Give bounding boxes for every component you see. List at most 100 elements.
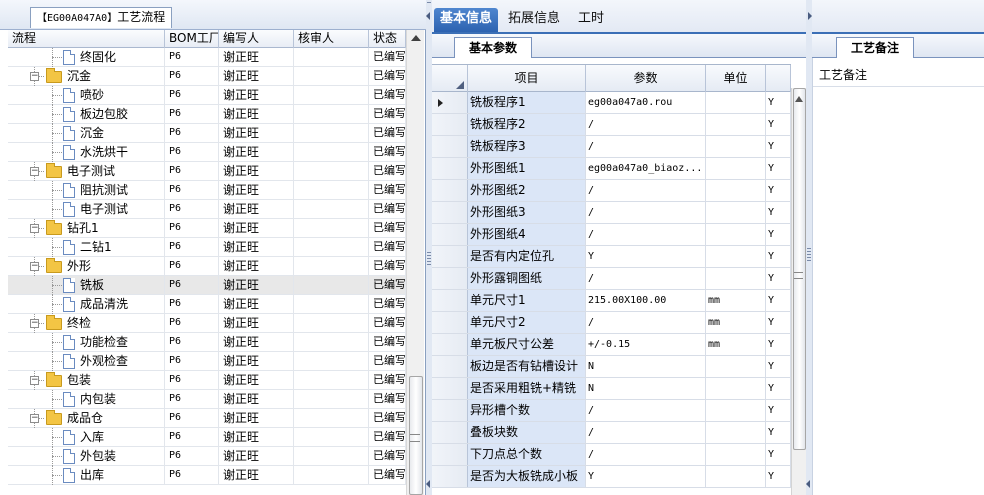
bom-factory-cell[interactable]: P6 <box>165 447 219 466</box>
tree-step-row[interactable]: 板边包胶 P6 谢正旺 已编写 <box>8 105 406 124</box>
collapse-node-icon[interactable]: − <box>30 414 39 423</box>
param-unit-cell[interactable] <box>706 92 766 113</box>
state-cell[interactable]: 已编写 <box>369 238 406 257</box>
flow-cell[interactable]: − 外形 <box>8 257 165 276</box>
reviewer-cell[interactable] <box>294 86 369 105</box>
writer-cell[interactable]: 谢正旺 <box>219 162 294 181</box>
param-unit-cell[interactable] <box>706 444 766 465</box>
flow-cell[interactable]: 二钻1 <box>8 238 165 257</box>
param-flag-cell[interactable]: Y <box>766 92 791 113</box>
state-cell[interactable]: 已编写 <box>369 181 406 200</box>
state-cell[interactable]: 已编写 <box>369 295 406 314</box>
scroll-thumb[interactable] <box>793 88 806 450</box>
collapse-node-icon[interactable]: − <box>30 319 39 328</box>
row-indicator[interactable] <box>432 290 468 311</box>
bom-factory-cell[interactable]: P6 <box>165 276 219 295</box>
state-cell[interactable]: 已编写 <box>369 200 406 219</box>
param-unit-cell[interactable]: mm <box>706 290 766 311</box>
param-value-cell[interactable]: N <box>586 356 706 377</box>
flow-cell[interactable]: 成品清洗 <box>8 295 165 314</box>
bom-factory-cell[interactable]: P6 <box>165 86 219 105</box>
param-row[interactable]: 是否采用粗铣+精铣 N Y <box>432 378 791 400</box>
writer-cell[interactable]: 谢正旺 <box>219 390 294 409</box>
reviewer-cell[interactable] <box>294 105 369 124</box>
param-row[interactable]: 外形图纸1 eg00a047a0_biaoz... Y <box>432 158 791 180</box>
writer-cell[interactable]: 谢正旺 <box>219 181 294 200</box>
bom-factory-cell[interactable]: P6 <box>165 371 219 390</box>
select-all-corner[interactable] <box>432 65 468 92</box>
collapse-left-arrow-icon[interactable] <box>426 480 430 488</box>
writer-cell[interactable]: 谢正旺 <box>219 86 294 105</box>
flow-cell[interactable]: 功能检查 <box>8 333 165 352</box>
writer-cell[interactable]: 谢正旺 <box>219 105 294 124</box>
param-item-cell[interactable]: 铣板程序3 <box>468 136 586 157</box>
param-row[interactable]: 叠板块数 / Y <box>432 422 791 444</box>
param-unit-cell[interactable] <box>706 136 766 157</box>
param-flag-cell[interactable]: Y <box>766 334 791 355</box>
row-indicator[interactable] <box>432 400 468 421</box>
param-flag-cell[interactable]: Y <box>766 114 791 135</box>
bom-factory-cell[interactable]: P6 <box>165 466 219 485</box>
row-indicator[interactable] <box>432 114 468 135</box>
param-unit-cell[interactable] <box>706 158 766 179</box>
param-value-cell[interactable]: / <box>586 224 706 245</box>
column-header-writer[interactable]: 编写人 <box>219 30 294 48</box>
row-indicator[interactable] <box>432 312 468 333</box>
state-cell[interactable]: 已编写 <box>369 428 406 447</box>
param-flag-cell[interactable]: Y <box>766 268 791 289</box>
bom-factory-cell[interactable]: P6 <box>165 143 219 162</box>
param-unit-cell[interactable]: mm <box>706 334 766 355</box>
param-row[interactable]: 外形图纸4/ Y <box>432 224 791 246</box>
flow-cell[interactable]: 终固化 <box>8 48 165 67</box>
row-indicator[interactable] <box>432 92 468 113</box>
param-flag-cell[interactable]: Y <box>766 136 791 157</box>
row-indicator[interactable] <box>432 136 468 157</box>
row-indicator[interactable] <box>432 356 468 377</box>
state-cell[interactable]: 已编写 <box>369 333 406 352</box>
row-indicator[interactable] <box>432 334 468 355</box>
param-item-cell[interactable]: 是否为大板铣成小板 <box>468 466 586 487</box>
bom-factory-cell[interactable]: P6 <box>165 124 219 143</box>
flow-cell[interactable]: − 终检 <box>8 314 165 333</box>
writer-cell[interactable]: 谢正旺 <box>219 333 294 352</box>
reviewer-cell[interactable] <box>294 352 369 371</box>
reviewer-cell[interactable] <box>294 48 369 67</box>
param-flag-cell[interactable]: Y <box>766 312 791 333</box>
column-header-unit[interactable]: 单位 <box>706 65 766 92</box>
state-cell[interactable]: 已编写 <box>369 67 406 86</box>
tab-work-hours[interactable]: 工时 <box>572 8 610 32</box>
tree-folder-row[interactable]: − 电子测试 P6 谢正旺 已编写 <box>8 162 406 181</box>
flow-cell[interactable]: 铣板 <box>8 276 165 295</box>
param-row[interactable]: 外形图纸3/ Y <box>432 202 791 224</box>
row-indicator[interactable] <box>432 466 468 487</box>
flow-cell[interactable]: 出库 <box>8 466 165 485</box>
param-value-cell[interactable]: +/-0.15 <box>586 334 706 355</box>
column-header-state[interactable]: 状态 <box>369 30 406 48</box>
writer-cell[interactable]: 谢正旺 <box>219 48 294 67</box>
tree-folder-row[interactable]: − 终检 P6 谢正旺 已编写 <box>8 314 406 333</box>
reviewer-cell[interactable] <box>294 257 369 276</box>
collapse-node-icon[interactable]: − <box>30 376 39 385</box>
param-value-cell[interactable]: / <box>586 422 706 443</box>
reviewer-cell[interactable] <box>294 67 369 86</box>
collapse-node-icon[interactable]: − <box>30 72 39 81</box>
param-unit-cell[interactable] <box>706 422 766 443</box>
reviewer-cell[interactable] <box>294 390 369 409</box>
param-item-cell[interactable]: 下刀点总个数 <box>468 444 586 465</box>
reviewer-cell[interactable] <box>294 124 369 143</box>
bom-factory-cell[interactable]: P6 <box>165 257 219 276</box>
param-item-cell[interactable]: 是否有内定位孔 <box>468 246 586 267</box>
reviewer-cell[interactable] <box>294 447 369 466</box>
flow-cell[interactable]: 电子测试 <box>8 200 165 219</box>
bom-factory-cell[interactable]: P6 <box>165 48 219 67</box>
param-row[interactable]: 是否为大板铣成小板 Y Y <box>432 466 791 488</box>
tree-step-row[interactable]: 出库 P6 谢正旺 已编写 <box>8 466 406 485</box>
tree-step-row[interactable]: 二钻1 P6 谢正旺 已编写 <box>8 238 406 257</box>
tree-folder-row[interactable]: − 外形 P6 谢正旺 已编写 <box>8 257 406 276</box>
column-header-flow[interactable]: 流程 <box>8 30 165 48</box>
reviewer-cell[interactable] <box>294 314 369 333</box>
bom-factory-cell[interactable]: P6 <box>165 428 219 447</box>
param-flag-cell[interactable]: Y <box>766 158 791 179</box>
writer-cell[interactable]: 谢正旺 <box>219 143 294 162</box>
param-row[interactable]: 铣板程序3/ Y <box>432 136 791 158</box>
